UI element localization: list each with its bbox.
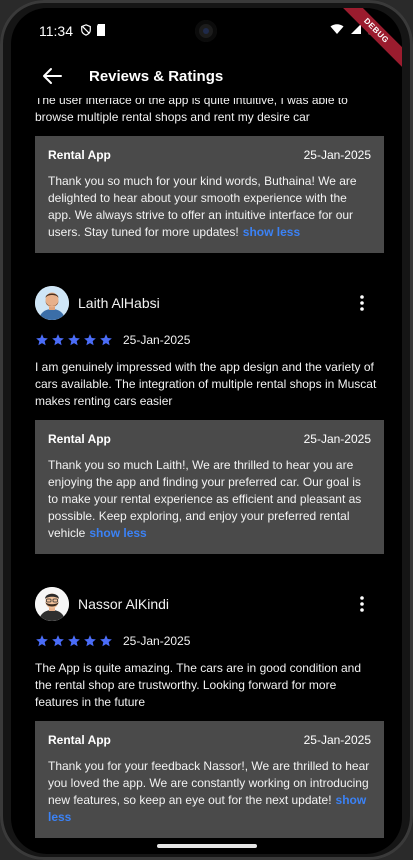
review-header: Nassor AlKindi	[11, 586, 402, 622]
reply-date: 25-Jan-2025	[303, 148, 371, 162]
reply-text: Thank you so much for your kind words, B…	[48, 173, 371, 241]
wifi-icon	[330, 23, 344, 34]
status-time: 11:34	[39, 23, 73, 39]
review-text: I am genuinely impressed with the app de…	[35, 360, 377, 408]
reply-author: Rental App	[48, 148, 111, 162]
app-bar: Reviews & Ratings	[11, 54, 402, 98]
star-icon	[84, 635, 96, 647]
rating-row: 25-Jan-2025	[11, 632, 402, 650]
show-less-link[interactable]: show less	[89, 526, 146, 540]
avatar	[35, 587, 69, 621]
reply-author: Rental App	[48, 733, 111, 747]
star-icon	[68, 635, 80, 647]
reply-body: Thank you so much for your kind words, B…	[48, 174, 357, 239]
reviews-list[interactable]: The user interface of the app is quite i…	[11, 98, 402, 854]
reply-text: Thank you for your feedback Nassor!, We …	[48, 758, 371, 826]
reviewer-name: Nassor AlKindi	[78, 596, 170, 612]
user-avatar-icon	[35, 286, 69, 320]
star-icon	[36, 635, 48, 647]
reply-author: Rental App	[48, 432, 111, 446]
review-text: The App is quite amazing. The cars are i…	[35, 661, 361, 709]
review-header: Laith AlHabsi	[11, 285, 402, 321]
more-options-icon[interactable]	[352, 293, 372, 313]
screen: 11:34 DEBUG Reviews & Ratings The user i…	[11, 8, 402, 854]
star-icon	[36, 334, 48, 346]
reply-date: 25-Jan-2025	[303, 432, 371, 446]
star-icon	[100, 334, 112, 346]
reply-date: 25-Jan-2025	[303, 733, 371, 747]
avatar	[35, 286, 69, 320]
reply-box: Rental App 25-Jan-2025 Thank you for you…	[35, 721, 384, 838]
phone-frame: 11:34 DEBUG Reviews & Ratings The user i…	[0, 0, 413, 860]
back-arrow-icon[interactable]	[41, 66, 63, 86]
show-less-link[interactable]: show less	[243, 225, 300, 239]
reply-text: Thank you so much Laith!, We are thrille…	[48, 457, 371, 542]
reply-box: Rental App 25-Jan-2025 Thank you so much…	[35, 136, 384, 253]
review-date: 25-Jan-2025	[123, 333, 191, 347]
star-icon	[68, 334, 80, 346]
review-text: The user interface of the app is quite i…	[35, 98, 348, 124]
star-icon	[100, 635, 112, 647]
more-options-icon[interactable]	[352, 594, 372, 614]
star-icon	[52, 635, 64, 647]
reviewer-name: Laith AlHabsi	[78, 295, 160, 311]
sim-card-icon	[97, 24, 105, 36]
star-rating	[35, 333, 113, 347]
reply-body: Thank you for your feedback Nassor!, We …	[48, 759, 370, 807]
review-card: Laith AlHabsi 25-Jan-2025 I am genuinely…	[11, 285, 402, 554]
star-icon	[84, 334, 96, 346]
status-bar: 11:34 DEBUG	[11, 8, 402, 79]
shield-icon	[81, 24, 91, 36]
home-indicator[interactable]	[157, 844, 257, 848]
reply-box: Rental App 25-Jan-2025 Thank you so much…	[35, 420, 384, 554]
page-title: Reviews & Ratings	[89, 68, 224, 85]
user-avatar-icon	[35, 587, 69, 621]
review-card: Nassor AlKindi 25-Jan-2025 The App is qu…	[11, 586, 402, 838]
star-icon	[52, 334, 64, 346]
rating-row: 25-Jan-2025	[11, 331, 402, 349]
front-camera	[195, 20, 217, 42]
review-card: The user interface of the app is quite i…	[11, 98, 402, 253]
review-date: 25-Jan-2025	[123, 634, 191, 648]
star-rating	[35, 634, 113, 648]
